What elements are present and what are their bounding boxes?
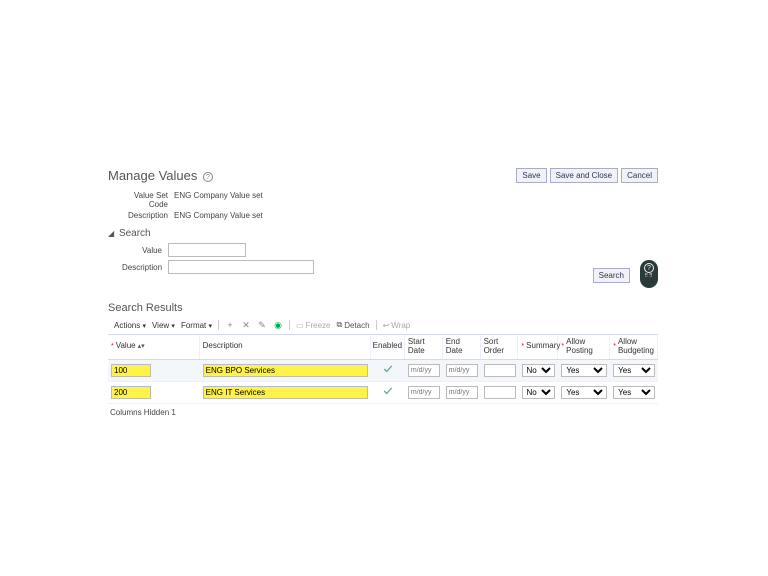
freeze-button[interactable]: ▭Freeze <box>296 321 330 330</box>
sort-icon: ▴▾ <box>138 343 145 351</box>
end-date-input[interactable] <box>446 386 478 399</box>
start-date-input[interactable] <box>408 386 440 399</box>
table-row[interactable]: NoYes NoYes NoYes <box>108 360 658 382</box>
detach-button[interactable]: ⧉Detach <box>337 320 370 330</box>
allow-posting-select[interactable]: NoYes <box>561 386 607 399</box>
end-date-input[interactable] <box>446 364 478 377</box>
col-end-date[interactable]: End Date <box>443 335 481 359</box>
col-allow-posting[interactable]: *Allow Posting <box>558 335 610 359</box>
col-description[interactable]: Description <box>200 335 371 359</box>
sort-order-input[interactable] <box>484 364 516 377</box>
page-title: Manage Values ? <box>108 168 213 183</box>
save-and-close-button[interactable]: Save and Close <box>550 168 618 183</box>
search-button[interactable]: Search <box>593 268 630 283</box>
allow-budgeting-select[interactable]: NoYes <box>613 386 655 399</box>
freeze-icon: ▭ <box>296 321 304 330</box>
delete-icon[interactable]: ✕ <box>241 320 251 330</box>
description-input[interactable] <box>203 386 368 399</box>
table-body: NoYes NoYes NoYes NoYes NoYes NoYes <box>108 360 658 404</box>
refresh-icon[interactable]: ◉ <box>273 320 283 330</box>
toolbar-separator <box>376 320 377 330</box>
col-start-date[interactable]: Start Date <box>405 335 443 359</box>
results-title: Search Results <box>108 302 658 314</box>
view-menu[interactable]: View ▾ <box>152 321 175 330</box>
search-form: Value Description <box>122 243 658 274</box>
wrap-button[interactable]: ↩Wrap <box>383 321 411 330</box>
page-title-text: Manage Values <box>108 168 197 183</box>
top-button-bar: Save Save and Close Cancel <box>516 168 658 183</box>
results-toolbar: Actions ▾ View ▾ Format ▾ + ✕ ✎ ◉ ▭Freez… <box>114 320 658 330</box>
question-icon: ? <box>644 263 654 273</box>
search-value-label: Value <box>122 246 168 255</box>
search-section-header[interactable]: ◢ Search <box>108 228 658 239</box>
description-input[interactable] <box>203 364 368 377</box>
help-icon[interactable]: ? <box>203 172 213 182</box>
value-set-code-value: ENG Company Value set <box>174 191 263 209</box>
enabled-checkbox[interactable] <box>374 364 402 376</box>
add-icon[interactable]: + <box>225 320 235 330</box>
search-title: Search <box>119 228 151 239</box>
format-menu[interactable]: Format ▾ <box>181 321 212 330</box>
results-table: *Value▴▾ Description Enabled Start Date … <box>108 334 658 404</box>
columns-hidden-footer: Columns Hidden 1 <box>110 408 658 417</box>
col-value[interactable]: *Value▴▾ <box>108 335 200 359</box>
table-row[interactable]: NoYes NoYes NoYes <box>108 382 658 404</box>
actions-menu[interactable]: Actions ▾ <box>114 321 146 330</box>
enabled-checkbox[interactable] <box>374 386 402 398</box>
value-set-meta: Value Set Code ENG Company Value set Des… <box>114 191 658 220</box>
edit-icon[interactable]: ✎ <box>257 320 267 330</box>
col-sort-order[interactable]: Sort Order <box>481 335 519 359</box>
summary-select[interactable]: NoYes <box>522 364 556 377</box>
caret-down-icon: ▾ <box>209 323 213 330</box>
toolbar-separator <box>218 320 219 330</box>
search-desc-input[interactable] <box>168 260 314 274</box>
side-help-widget[interactable]: ? ⠿⠿ <box>640 260 658 288</box>
search-value-input[interactable] <box>168 243 246 257</box>
allow-posting-select[interactable]: NoYes <box>561 364 607 377</box>
caret-down-icon: ▾ <box>171 323 175 330</box>
caret-down-icon: ▾ <box>142 323 146 330</box>
start-date-input[interactable] <box>408 364 440 377</box>
value-set-desc-label: Description <box>114 211 174 220</box>
save-button[interactable]: Save <box>516 168 546 183</box>
sort-order-input[interactable] <box>484 386 516 399</box>
value-input[interactable] <box>111 386 151 399</box>
value-set-desc-value: ENG Company Value set <box>174 211 263 220</box>
summary-select[interactable]: NoYes <box>522 386 556 399</box>
value-set-code-label: Value Set Code <box>114 191 174 209</box>
col-summary[interactable]: *Summary <box>518 335 558 359</box>
keypad-icon: ⠿⠿ <box>640 274 658 279</box>
allow-budgeting-select[interactable]: NoYes <box>613 364 655 377</box>
toolbar-separator <box>289 320 290 330</box>
col-enabled[interactable]: Enabled <box>371 335 405 359</box>
wrap-icon: ↩ <box>383 321 390 330</box>
search-desc-label: Description <box>122 263 168 272</box>
cancel-button[interactable]: Cancel <box>621 168 658 183</box>
table-header: *Value▴▾ Description Enabled Start Date … <box>108 335 658 360</box>
value-input[interactable] <box>111 364 151 377</box>
collapse-icon: ◢ <box>108 229 114 238</box>
detach-icon: ⧉ <box>337 320 343 330</box>
col-allow-budgeting[interactable]: *Allow Budgeting <box>610 335 658 359</box>
